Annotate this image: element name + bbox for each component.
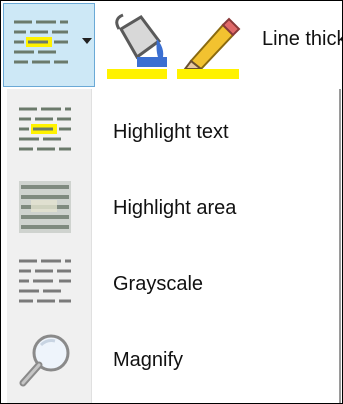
toolbar: Line thick bbox=[1, 1, 343, 87]
magnify-icon bbox=[19, 334, 70, 387]
menu-item-magnify[interactable]: Magnify bbox=[7, 323, 337, 399]
menu-item-label: Grayscale bbox=[113, 273, 204, 295]
menu-item-highlight-area[interactable]: Highlight area bbox=[7, 171, 337, 247]
app-frame: Line thick Highlight text Highlight area… bbox=[0, 0, 343, 404]
highlight-area-icon bbox=[19, 181, 71, 233]
highlight-text-icon bbox=[19, 107, 71, 151]
text-highlight-icon bbox=[14, 20, 68, 64]
highlight-mode-dropdown-button[interactable] bbox=[3, 3, 95, 87]
pencil-color-button[interactable] bbox=[173, 5, 245, 85]
menu-item-label: Magnify bbox=[113, 349, 184, 371]
pencil-color-swatch bbox=[177, 69, 239, 79]
fill-color-swatch bbox=[107, 69, 167, 79]
fill-color-button[interactable] bbox=[101, 5, 173, 85]
menu-item-grayscale[interactable]: Grayscale bbox=[7, 247, 337, 323]
menu-item-label: Highlight text bbox=[113, 121, 229, 143]
grayscale-icon bbox=[19, 259, 71, 303]
line-thickness-label: Line thick bbox=[262, 28, 343, 50]
highlight-mode-menu: Highlight text Highlight area Grayscale … bbox=[7, 89, 341, 403]
chevron-down-icon bbox=[82, 38, 92, 44]
menu-item-highlight-text[interactable]: Highlight text bbox=[7, 95, 337, 171]
menu-item-label: Highlight area bbox=[113, 197, 237, 219]
paint-bucket-icon bbox=[115, 13, 167, 67]
pencil-icon bbox=[183, 17, 241, 69]
